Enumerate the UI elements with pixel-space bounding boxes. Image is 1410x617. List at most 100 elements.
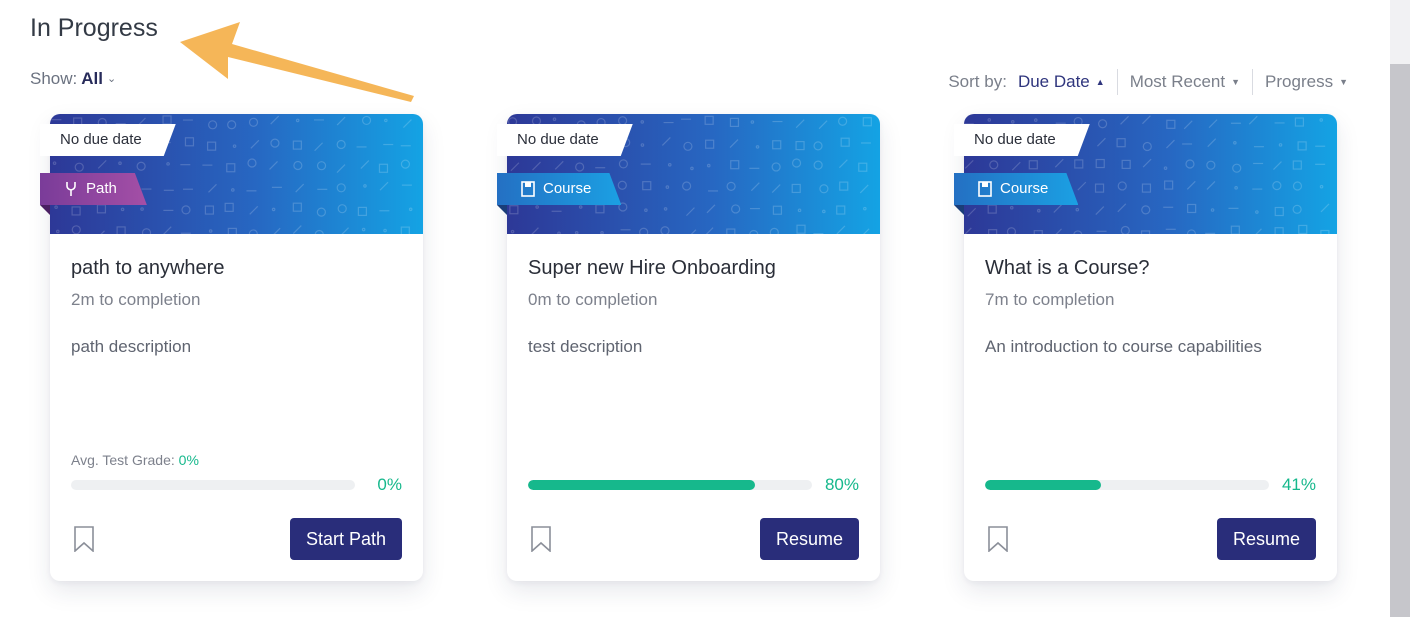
card-title[interactable]: Super new Hire Onboarding [528, 257, 776, 280]
progress-bar [71, 480, 355, 490]
pattern-doodle [1297, 141, 1307, 151]
pattern-doodle [1186, 180, 1196, 190]
pattern-doodle [270, 138, 280, 148]
pattern-doodle [232, 144, 237, 148]
pattern-doodle [839, 181, 849, 191]
pattern-doodle [204, 205, 215, 215]
tag-fold [954, 205, 964, 215]
pattern-doodle [383, 228, 387, 233]
pattern-doodle [730, 160, 740, 170]
pattern-doodle [791, 183, 801, 194]
caret-down-icon: ▼ [1339, 77, 1348, 87]
pattern-doodle [1006, 227, 1017, 234]
learning-card[interactable]: No due date Course What is a Course? 7m … [954, 114, 1337, 581]
pattern-doodle [554, 160, 564, 170]
show-label: Show: [30, 69, 78, 88]
pattern-doodle [510, 229, 515, 234]
pattern-doodle [1097, 137, 1106, 147]
card-description: An introduction to course capabilities [985, 337, 1262, 356]
card-title[interactable]: What is a Course? [985, 257, 1150, 280]
pattern-doodle [336, 139, 346, 150]
pattern-doodle [818, 120, 828, 130]
pattern-doodle [726, 181, 736, 191]
resume-button[interactable]: Resume [759, 518, 859, 560]
pattern-doodle [1319, 118, 1324, 122]
pattern-doodle [1166, 119, 1176, 129]
scrollbar-thumb[interactable] [1390, 64, 1410, 617]
pattern-doodle [686, 207, 695, 217]
bookmark-icon[interactable] [531, 526, 551, 557]
pattern-doodle [726, 228, 736, 234]
pattern-doodle [731, 204, 741, 214]
chevron-down-icon: ⌄ [106, 73, 117, 85]
pattern-doodle [706, 204, 716, 214]
pattern-doodle [1274, 206, 1284, 217]
due-date-tag: No due date [497, 124, 633, 156]
start-path-button[interactable]: Start Path [289, 518, 402, 560]
pattern-doodle [640, 120, 645, 124]
learning-card[interactable]: No due date Course Super new Hire Onboar… [497, 114, 880, 581]
pattern-doodle [227, 120, 237, 130]
pattern-doodle [510, 162, 520, 172]
pattern-doodle [249, 205, 259, 215]
pattern-doodle [1233, 140, 1237, 145]
pattern-doodle [71, 225, 81, 234]
pattern-doodle [595, 204, 605, 214]
pattern-doodle [1053, 204, 1063, 213]
sort-option-progress[interactable]: Progress ▼ [1265, 72, 1348, 92]
pattern-doodle [600, 230, 604, 234]
pattern-doodle [617, 180, 627, 190]
pattern-doodle [531, 227, 539, 234]
card-title[interactable]: path to anywhere [71, 257, 224, 280]
course-book-icon [978, 181, 992, 197]
pattern-doodle [1292, 160, 1302, 170]
pattern-doodle [140, 207, 144, 211]
pattern-doodle [750, 120, 755, 124]
pattern-doodle [379, 181, 389, 191]
type-label: Course [543, 180, 592, 197]
pattern-doodle [706, 163, 711, 168]
pattern-doodle [1319, 184, 1324, 189]
pattern-doodle [988, 229, 998, 234]
pattern-doodle [1095, 158, 1105, 169]
pattern-doodle [575, 162, 585, 172]
pattern-doodle [729, 139, 739, 148]
resume-button[interactable]: Resume [1216, 518, 1316, 560]
pattern-doodle [116, 226, 126, 234]
pattern-doodle [336, 116, 346, 126]
type-tag: Course [497, 173, 621, 205]
learning-card[interactable]: No due date Path path to anywhere 2m to … [40, 114, 423, 581]
pattern-doodle [295, 118, 300, 123]
pattern-doodle [750, 182, 760, 192]
bookmark-icon[interactable] [988, 526, 1008, 557]
bookmark-icon[interactable] [74, 526, 94, 557]
show-value[interactable]: All [81, 69, 103, 88]
pattern-doodle [1230, 225, 1240, 234]
pattern-doodle [836, 205, 846, 215]
progress-bar [528, 480, 812, 490]
type-label: Path [86, 180, 117, 197]
pattern-doodle [665, 185, 670, 189]
show-filter[interactable]: Show: All ⌄ [30, 69, 116, 89]
pattern-doodle [749, 229, 759, 234]
pattern-doodle [755, 145, 760, 149]
pattern-doodle [795, 119, 805, 129]
pattern-doodle [314, 229, 324, 234]
pattern-doodle [1274, 227, 1284, 234]
sort-option-label: Due Date [1017, 72, 1090, 91]
sort-option-most-recent[interactable]: Most Recent ▼ [1130, 72, 1240, 92]
pattern-doodle [1141, 183, 1152, 193]
pattern-doodle [667, 162, 672, 167]
sort-option-due-date[interactable]: Due Date ▲ [1018, 72, 1105, 92]
pattern-doodle [360, 160, 370, 170]
pattern-doodle [1009, 205, 1014, 210]
pattern-doodle [54, 205, 58, 210]
scrollbar-track[interactable] [1390, 0, 1410, 617]
pattern-doodle [1186, 229, 1197, 234]
pattern-doodle [1183, 120, 1193, 130]
pattern-doodle [705, 139, 715, 149]
pattern-doodle [1208, 119, 1218, 129]
pattern-doodle [71, 206, 81, 216]
pattern-doodle [509, 205, 519, 215]
pattern-doodle [1141, 205, 1151, 215]
